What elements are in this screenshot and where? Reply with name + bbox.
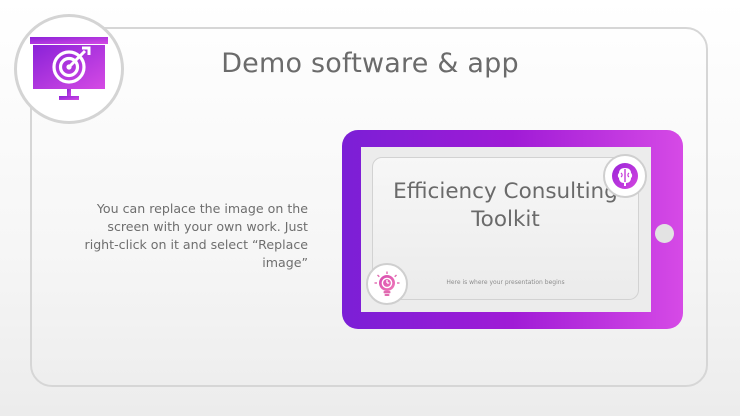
slide: Demo software & app You can replace the … (0, 0, 740, 416)
screen-subtitle: Here is where your presentation begins (446, 279, 565, 286)
brain-badge (603, 154, 647, 198)
brain-icon (612, 163, 638, 189)
tablet-home-button (655, 224, 674, 243)
screen-title: Efficiency Consulting Toolkit (393, 179, 618, 232)
lightbulb-clock-icon (374, 271, 400, 296)
slide-title: Demo software & app (221, 48, 519, 79)
slide-body-text: You can replace the image on the screen … (84, 201, 308, 270)
section-icon-badge (14, 14, 124, 124)
lightbulb-badge (366, 263, 408, 305)
target-presentation-icon (30, 37, 108, 100)
